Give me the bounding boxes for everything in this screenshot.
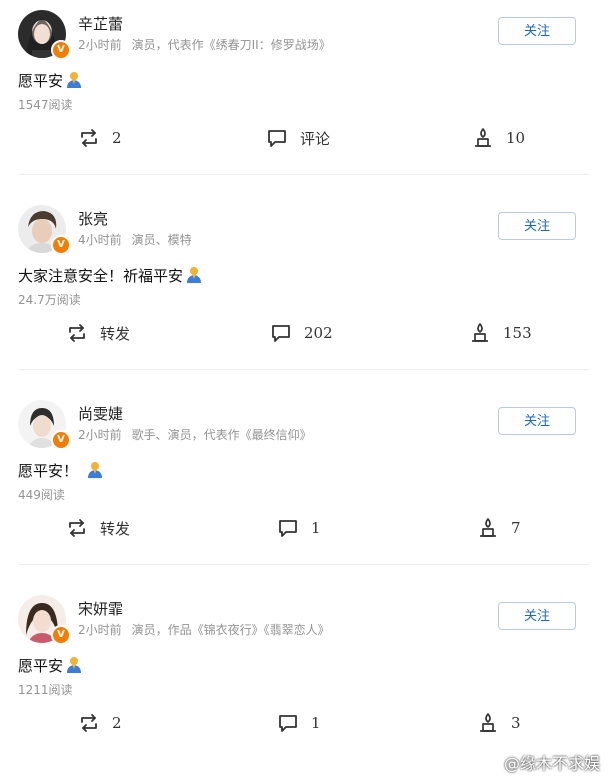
post-content: 愿平安！ [18, 460, 104, 483]
comment-action[interactable]: 评论 [266, 126, 330, 150]
read-count: 449阅读 [18, 488, 65, 502]
follow-button[interactable]: 关注 [498, 17, 576, 45]
user-description: 演员，代表作《绣春刀II：修罗战场》 [131, 38, 331, 52]
like-action[interactable]: 3 [477, 711, 521, 735]
post-time: 2小时前 [78, 38, 122, 52]
like-action[interactable]: 10 [472, 126, 525, 150]
pray-emoji-icon [65, 656, 83, 678]
user-description: 演员，作品《锦衣夜行》《翡翠恋人》 [131, 623, 330, 637]
post-time: 2小时前 [78, 428, 122, 442]
divider [18, 564, 590, 565]
verified-badge-icon: V [51, 235, 71, 255]
repost-action[interactable]: 转发 [66, 321, 130, 345]
post-meta: 4小时前 演员、模特 [78, 231, 192, 248]
read-count: 1211阅读 [18, 683, 73, 697]
divider [18, 174, 590, 175]
candle-like-icon [475, 128, 491, 147]
verified-badge-icon: V [51, 625, 71, 645]
post-content: 大家注意安全！祈福平安 [18, 265, 203, 288]
pray-emoji-icon [65, 71, 83, 93]
read-count: 1547阅读 [18, 98, 73, 112]
comment-icon [268, 130, 286, 147]
repost-action[interactable]: 2 [78, 711, 122, 735]
post-meta: 2小时前 演员，作品《锦衣夜行》《翡翠恋人》 [78, 621, 330, 638]
like-action[interactable]: 7 [477, 516, 521, 540]
post-2: V 张亮 4小时前 演员、模特 关注 大家注意安全！祈福平安 24.7万阅读 转发… [0, 195, 608, 390]
like-count: 10 [506, 129, 526, 147]
post-text: 愿平安 [18, 657, 64, 675]
post-meta: 2小时前 演员，代表作《绣春刀II：修罗战场》 [78, 36, 331, 53]
repost-count: 2 [112, 129, 122, 147]
like-count: 3 [511, 714, 521, 732]
repost-label: 转发 [100, 324, 131, 343]
comment-action[interactable]: 1 [277, 516, 321, 540]
repost-action[interactable]: 转发 [66, 516, 130, 540]
post-content: 愿平安 [18, 655, 83, 678]
like-action[interactable]: 153 [469, 321, 532, 345]
user-name[interactable]: 宋妍霏 [78, 598, 123, 619]
candle-like-icon [480, 713, 496, 732]
user-name[interactable]: 张亮 [78, 208, 108, 229]
pray-emoji-icon [86, 461, 104, 483]
like-count: 153 [503, 324, 532, 342]
post-text: 愿平安 [18, 72, 64, 90]
read-count: 24.7万阅读 [18, 293, 81, 307]
post-1: V 辛芷蕾 2小时前 演员，代表作《绣春刀II：修罗战场》 关注 愿平安 1547… [0, 0, 608, 195]
post-content: 愿平安 [18, 70, 83, 93]
follow-button[interactable]: 关注 [498, 212, 576, 240]
repost-count: 2 [112, 714, 122, 732]
verified-badge-icon: V [51, 430, 71, 450]
user-description: 歌手、演员，代表作《最终信仰》 [131, 428, 312, 442]
repost-icon [81, 129, 97, 147]
comment-count: 1 [311, 519, 321, 537]
comment-icon [279, 520, 297, 537]
post-meta: 2小时前 歌手、演员，代表作《最终信仰》 [78, 426, 312, 443]
repost-action[interactable]: 2 [78, 126, 122, 150]
user-name[interactable]: 辛芷蕾 [78, 13, 123, 34]
repost-icon [69, 519, 85, 537]
verified-badge-icon: V [51, 40, 71, 60]
repost-icon [69, 324, 85, 342]
follow-button[interactable]: 关注 [498, 407, 576, 435]
post-text: 大家注意安全！祈福平安 [18, 267, 184, 285]
post-text: 愿平安！ [18, 462, 79, 480]
watermark: @缘木不求娱 [503, 754, 600, 773]
post-time: 2小时前 [78, 623, 122, 637]
candle-like-icon [472, 323, 488, 342]
comment-icon [272, 325, 290, 342]
divider [18, 369, 590, 370]
post-3: V 尚雯婕 2小时前 歌手、演员，代表作《最终信仰》 关注 愿平安！ 449阅读 … [0, 390, 608, 585]
comment-count: 1 [311, 714, 321, 732]
comment-count: 202 [304, 324, 333, 342]
repost-icon [81, 714, 97, 732]
post-time: 4小时前 [78, 233, 122, 247]
follow-button[interactable]: 关注 [498, 602, 576, 630]
like-count: 7 [511, 519, 521, 537]
comment-count: 评论 [300, 129, 331, 148]
comment-icon [279, 715, 297, 732]
user-description: 演员、模特 [131, 233, 192, 247]
candle-like-icon [480, 518, 496, 537]
comment-action[interactable]: 202 [270, 321, 333, 345]
comment-action[interactable]: 1 [277, 711, 321, 735]
repost-label: 转发 [100, 519, 131, 538]
user-name[interactable]: 尚雯婕 [78, 403, 123, 424]
pray-emoji-icon [185, 266, 203, 288]
